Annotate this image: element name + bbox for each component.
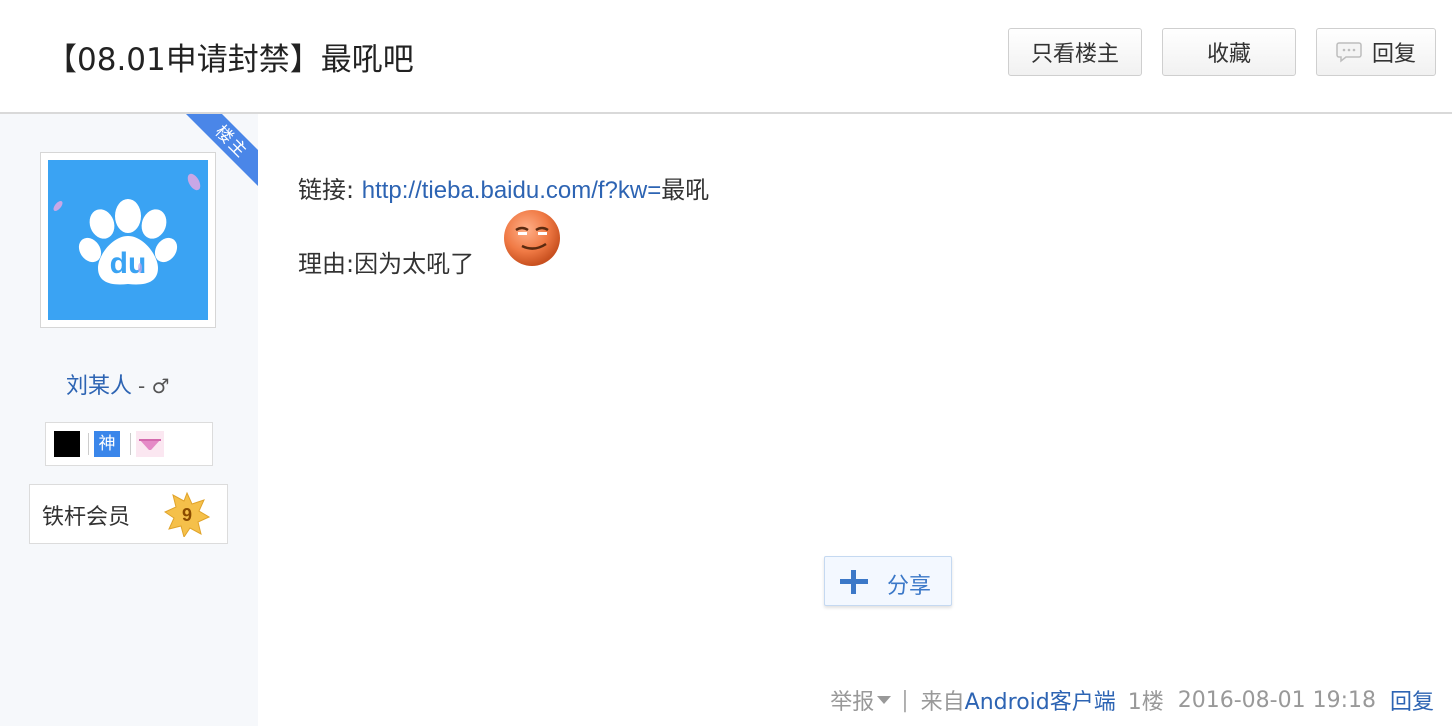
smirk-face-emoji-icon [502,208,562,273]
post-footer: 举报 | 来自 Android客户端 1楼 2016-08-01 19:18 回复 [830,684,1434,716]
share-label: 分享 [887,574,932,599]
link-prefix: 链接: [298,176,362,204]
report-link[interactable]: 举报 [830,684,874,716]
caret-down-icon[interactable] [877,696,892,704]
post-link-line: 链接: http://tieba.baidu.com/f?kw=最吼 [298,170,709,205]
floor-number: 1楼 [1127,690,1164,715]
footer-reply-link[interactable]: 回复 [1390,684,1434,716]
post-reason-line: 理由:因为太吼了 [298,250,475,278]
baidu-paw-avatar-icon: du [48,160,208,320]
username-row: 刘某人 - ♂ [66,368,170,400]
thread-header: 【08.01申请封禁】最吼吧 只看楼主 收藏 回复 [0,0,1452,114]
footer-divider: | [901,687,909,713]
avatar[interactable]: du [40,152,216,328]
favorite-button[interactable]: 收藏 [1162,28,1296,76]
gender-male-icon: - ♂ [138,374,170,398]
reply-button-label: 回复 [1371,42,1416,67]
only-owner-button[interactable]: 只看楼主 [1008,28,1142,76]
thread-title: 【08.01申请封禁】最吼吧 [46,42,414,78]
tieba-link[interactable]: http://tieba.baidu.com/f?kw= [362,177,662,204]
share-plus-icon [839,569,869,600]
badge-list: 神 [45,422,213,466]
black-square-badge-icon[interactable] [54,431,80,457]
member-label: 铁杆会员 [42,505,131,530]
comment-bubble-icon [1336,41,1362,63]
post-timestamp: 2016-08-01 19:18 [1177,687,1376,713]
pink-underwear-badge-icon[interactable] [136,431,164,457]
reply-button[interactable]: 回复 [1316,28,1436,76]
member-level-number: 9 [182,505,192,525]
android-client-link[interactable]: Android客户端 [965,684,1116,716]
from-prefix: 来自 [920,690,965,715]
share-button[interactable]: 分享 [824,556,952,606]
member-level-card[interactable]: 铁杆会员 9 [29,484,228,544]
link-suffix: 最吼 [661,176,710,204]
username-link[interactable]: 刘某人 [66,374,132,399]
shen-badge-icon[interactable]: 神 [94,431,120,457]
level-star-icon: 9 [163,491,211,542]
